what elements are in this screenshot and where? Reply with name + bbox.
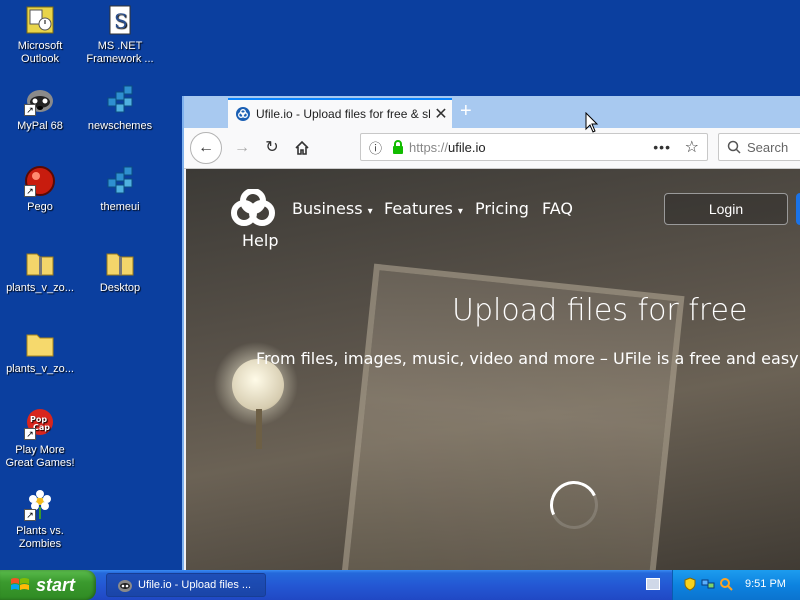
chevron-down-icon: ▾: [367, 206, 373, 217]
desktop-icon-desktop-zip[interactable]: Desktop: [80, 246, 160, 295]
browser-window: Ufile.io - Upload files for free & sh ✕ …: [182, 96, 800, 572]
security-shield-icon[interactable]: [683, 577, 697, 591]
taskbar-window-label: Ufile.io - Upload files ...: [138, 579, 252, 591]
desktop-icon-label: Great Games!: [5, 457, 75, 469]
outlook-icon: [24, 4, 56, 36]
keyboard-language-icon[interactable]: [646, 578, 660, 590]
pego-icon: ↗: [24, 165, 56, 197]
hero-title: Upload files for free: [452, 293, 748, 328]
nav-features[interactable]: Features ▾: [384, 199, 463, 218]
desktop-icon-microsoft-outlook[interactable]: Microsoft Outlook: [0, 4, 80, 66]
taskbar-window-button-ufile[interactable]: Ufile.io - Upload files ...: [106, 573, 266, 597]
desktop-icon-mypal-68[interactable]: ↗ MyPal 68: [0, 84, 80, 133]
desktop-icon-label: Outlook: [21, 53, 59, 65]
new-tab-button[interactable]: +: [460, 100, 472, 123]
desktop-icon-label: MyPal 68: [17, 120, 63, 132]
search-placeholder: Search: [747, 139, 789, 155]
folder-icon: [24, 327, 56, 359]
plants-vs-zombies-icon: ↗: [24, 489, 56, 521]
ufile-favicon-icon: [236, 107, 250, 121]
search-icon: [727, 140, 741, 154]
desktop-icon-label: MS .NET: [97, 40, 143, 52]
background-lamp-arm: [256, 409, 262, 449]
desktop-icon-plants-zip[interactable]: plants_v_zo...: [0, 246, 80, 295]
hero-subtitle: From files, images, music, video and mor…: [256, 349, 800, 368]
start-button[interactable]: start: [0, 570, 96, 600]
tab-title: Ufile.io - Upload files for free & sh: [256, 107, 430, 121]
svg-text:S: S: [114, 9, 128, 33]
nav-pricing[interactable]: Pricing: [475, 199, 529, 218]
dotnet-icon: S: [104, 4, 136, 36]
zip-folder-icon: [24, 246, 56, 278]
desktop-icon-plants-folder[interactable]: plants_v_zo...: [0, 327, 80, 376]
login-button[interactable]: Login: [664, 193, 788, 225]
lock-icon: [393, 140, 403, 154]
desktop-icon-pego[interactable]: ↗ Pego: [0, 165, 80, 214]
back-button[interactable]: ←: [190, 132, 222, 164]
url-host: ufile.io: [448, 139, 486, 155]
desktop-icon-label: Plants vs.: [16, 525, 64, 537]
ufile-logo-icon[interactable]: [230, 189, 276, 229]
desktop-icon-label: Microsoft: [17, 40, 63, 52]
registry-file-icon: [104, 84, 136, 116]
nav-help[interactable]: Help: [242, 231, 278, 250]
tab-ufile[interactable]: Ufile.io - Upload files for free & sh ✕: [228, 98, 452, 128]
url-protocol: https://: [409, 139, 449, 155]
desktop-icon-themeui[interactable]: themeui: [80, 165, 160, 214]
desktop-icon-ms-net-framework[interactable]: S MS .NET Framework ...: [80, 4, 160, 66]
shortcut-arrow-icon: ↗: [24, 428, 36, 440]
home-icon: [295, 140, 309, 155]
nav-faq[interactable]: FAQ: [542, 199, 573, 218]
desktop-icon-label: Desktop: [99, 282, 141, 294]
desktop-icon-label: plants_v_zo...: [6, 363, 74, 375]
nav-business-label: Business: [292, 199, 363, 218]
desktop-icon-label: Pego: [27, 201, 53, 213]
registry-file-icon: [104, 165, 136, 197]
search-tray-icon[interactable]: [719, 577, 733, 591]
home-button[interactable]: [288, 134, 316, 162]
tab-close-icon[interactable]: ✕: [430, 104, 452, 124]
desktop-icon-play-more-games[interactable]: Pop Cap ↗ Play More Great Games!: [0, 408, 80, 470]
arrow-right-icon: →: [234, 139, 250, 156]
nav-features-label: Features: [384, 199, 453, 218]
popcap-icon: Pop Cap ↗: [24, 408, 56, 440]
nav-business[interactable]: Business ▾: [292, 199, 373, 218]
desktop-icon-newschemes[interactable]: newschemes: [80, 84, 160, 133]
shortcut-arrow-icon: ↗: [24, 185, 36, 197]
search-input[interactable]: Search: [718, 133, 800, 161]
reload-icon: ↻: [265, 139, 279, 156]
chevron-down-icon: ▾: [457, 206, 463, 217]
url-bar[interactable]: ⓘ https://ufile.io ••• ☆: [360, 133, 708, 161]
tab-bar: Ufile.io - Upload files for free & sh ✕ …: [184, 96, 800, 128]
taskbar: start Ufile.io - Upload files ... 9:51 P…: [0, 570, 800, 600]
windows-flag-icon: [11, 578, 29, 590]
start-label: start: [36, 574, 76, 595]
desktop-icon-label: themeui: [100, 201, 140, 213]
system-tray: 9:51 PM: [672, 570, 800, 600]
desktop-icon-label: Play More: [15, 444, 65, 456]
arrow-left-icon: ←: [198, 139, 214, 156]
zip-folder-icon: [104, 246, 136, 278]
mypal-icon: ↗: [24, 84, 56, 116]
page-actions-menu-icon[interactable]: •••: [653, 139, 671, 155]
desktop-icon-label: Zombies: [18, 538, 62, 550]
info-icon[interactable]: ⓘ: [369, 138, 385, 157]
ufile-web-page: Business ▾ Features ▾ Pricing FAQ Help L…: [186, 169, 800, 572]
bookmark-star-icon[interactable]: ☆: [685, 137, 699, 157]
network-icon[interactable]: [701, 577, 715, 591]
shortcut-arrow-icon: ↗: [24, 509, 36, 521]
clock[interactable]: 9:51 PM: [745, 578, 786, 590]
mouse-cursor-icon: [585, 112, 599, 133]
desktop-icon-plants-vs-zombies[interactable]: ↗ Plants vs. Zombies: [0, 489, 80, 551]
mypal-icon: [118, 580, 132, 592]
signup-button[interactable]: [796, 193, 800, 225]
forward-button[interactable]: →: [228, 134, 256, 162]
reload-button[interactable]: ↻: [258, 134, 286, 162]
navigation-toolbar: ← → ↻ ⓘ https://ufile.io ••• ☆ Search: [184, 128, 800, 169]
desktop-icon-label: Framework ...: [86, 53, 154, 65]
desktop-icon-label: plants_v_zo...: [6, 282, 74, 294]
desktop-icon-label: newschemes: [87, 120, 153, 132]
shortcut-arrow-icon: ↗: [24, 104, 36, 116]
